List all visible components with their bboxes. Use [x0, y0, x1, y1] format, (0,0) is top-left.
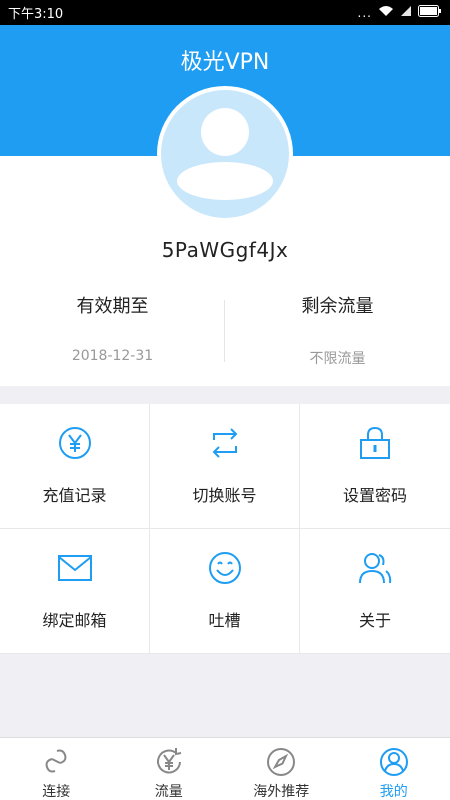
- lock-icon: [359, 426, 391, 460]
- yen-circle-icon: [58, 426, 92, 460]
- status-icons: ...: [357, 4, 442, 21]
- menu-switch-account[interactable]: 切换账号: [150, 404, 300, 529]
- traffic-label: 剩余流量: [301, 296, 374, 317]
- menu-set-password[interactable]: 设置密码: [300, 404, 450, 529]
- expiry-stat: 有效期至 2018-12-31: [0, 286, 225, 376]
- envelope-icon: [57, 551, 92, 585]
- compass-icon: [266, 747, 296, 777]
- tab-label: 连接: [42, 784, 71, 800]
- wifi-icon: [378, 5, 394, 21]
- expiry-value: 2018-12-31: [71, 348, 154, 364]
- notification-dots: ...: [357, 5, 372, 20]
- username: 5PaWGgf4Jx: [161, 238, 289, 262]
- menu-label: 设置密码: [342, 486, 407, 505]
- expiry-label: 有效期至: [76, 296, 149, 317]
- menu-about[interactable]: 关于: [300, 529, 450, 654]
- menu-bind-email[interactable]: 绑定邮箱: [0, 529, 150, 654]
- swap-icon: [208, 426, 242, 460]
- menu-recharge-records[interactable]: 充值记录: [0, 404, 150, 529]
- tab-label: 我的: [379, 784, 408, 800]
- menu-label: 充值记录: [42, 486, 107, 505]
- people-icon: [358, 551, 392, 585]
- menu-label: 切换账号: [192, 486, 257, 505]
- bottom-tab-bar: 连接 流量 海外推荐 我的: [0, 737, 450, 800]
- tab-overseas-recommend[interactable]: 海外推荐: [225, 738, 338, 800]
- signal-icon: [400, 5, 412, 21]
- menu-feedback[interactable]: 吐槽: [150, 529, 300, 654]
- traffic-value: 不限流量: [309, 351, 366, 367]
- battery-icon: [418, 4, 442, 21]
- user-icon: [379, 747, 409, 777]
- avatar[interactable]: [157, 86, 293, 222]
- menu-label: 吐槽: [208, 611, 241, 630]
- status-time: 下午3:10: [8, 7, 64, 22]
- avatar-placeholder-icon: [161, 90, 289, 218]
- tab-label: 海外推荐: [253, 784, 310, 800]
- yen-refresh-icon: [154, 747, 184, 777]
- tab-mine[interactable]: 我的: [338, 738, 450, 800]
- traffic-stat: 剩余流量 不限流量: [225, 286, 450, 376]
- menu-label: 绑定邮箱: [42, 611, 107, 630]
- tab-label: 流量: [154, 784, 183, 800]
- menu-grid: 充值记录 切换账号 设置密码 绑定邮箱 吐槽 关于: [0, 404, 450, 654]
- menu-label: 关于: [358, 611, 391, 630]
- app-title: 极光VPN: [180, 50, 270, 75]
- tab-connect[interactable]: 连接: [0, 738, 113, 800]
- smile-icon: [208, 551, 242, 585]
- link-icon: [43, 747, 69, 777]
- status-bar: 下午3:10 ...: [0, 0, 450, 25]
- tab-traffic[interactable]: 流量: [113, 738, 226, 800]
- account-stats: 有效期至 2018-12-31 剩余流量 不限流量: [0, 286, 450, 376]
